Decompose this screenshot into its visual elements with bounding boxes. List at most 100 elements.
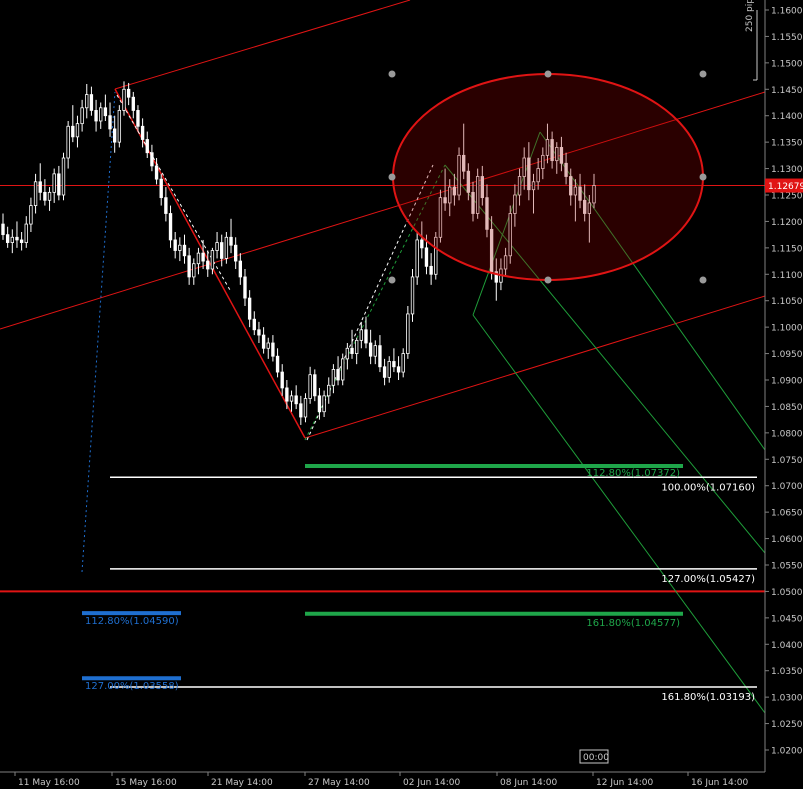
candle-body [94, 110, 98, 122]
price-tick-label: 1.16000 [771, 7, 803, 17]
price-tick-label: 1.02500 [771, 720, 803, 730]
time-tick-label: 02 Jun 14:00 [403, 778, 460, 788]
price-tick-label: 1.09000 [771, 377, 803, 387]
ellipse-highlight [392, 73, 704, 281]
candle-body [164, 197, 168, 214]
candle-body [243, 276, 247, 299]
candle-body [131, 96, 135, 111]
price-tick-label: 1.15500 [771, 33, 803, 43]
time-tick-label: 16 Jun 14:00 [691, 778, 748, 788]
candle-body [173, 239, 177, 251]
candle-body [429, 265, 433, 275]
candle-body [299, 403, 303, 418]
candle-body [15, 236, 19, 241]
price-tick-label: 1.06500 [771, 509, 803, 519]
candle-body [24, 223, 28, 243]
price-tick-label: 1.03500 [771, 667, 803, 677]
candle-body [85, 94, 89, 109]
candle-body [89, 94, 94, 111]
candle-body [354, 339, 359, 354]
candle-body [345, 347, 350, 360]
candle-body [322, 395, 326, 413]
candle-body [410, 276, 415, 315]
candle-body [378, 345, 382, 368]
candle-body [406, 313, 410, 354]
candle-body [126, 88, 131, 98]
candle-body [266, 342, 270, 349]
time-tick-label: 27 May 14:00 [308, 778, 370, 788]
candle-body [1, 223, 5, 236]
fib-level-label: 161.80%(1.03193) [661, 692, 755, 703]
candle-body [47, 191, 52, 201]
price-tick-label: 1.13500 [771, 139, 803, 149]
candle-body [75, 123, 80, 138]
candle-body [206, 260, 210, 270]
price-tick-label: 1.05500 [771, 562, 803, 572]
price-tick-label: 1.11500 [771, 244, 803, 254]
fib-level-label: 100.00%(1.07160) [661, 482, 755, 493]
candle-body [57, 173, 61, 196]
candle-body [145, 139, 149, 154]
price-tick-label: 1.13000 [771, 165, 803, 175]
candle-body [271, 342, 275, 357]
fib-level-label: 161.80%(1.04577) [586, 618, 680, 629]
price-tick-label: 1.09500 [771, 350, 803, 360]
price-tick-label: 1.05000 [771, 588, 803, 598]
price-tick-label: 1.10000 [771, 324, 803, 334]
candle-body [382, 366, 387, 378]
candle-body [61, 157, 66, 196]
candle-body [368, 342, 373, 357]
candle-body [33, 181, 38, 206]
candle-body [178, 244, 182, 251]
candle-body [373, 345, 377, 357]
price-tick-label: 1.14500 [771, 86, 803, 96]
candle-body [220, 242, 224, 259]
price-tick-label: 1.02000 [771, 747, 803, 757]
candle-body [336, 369, 340, 381]
pip-scale-label: 250 pip [745, 0, 755, 32]
current-price-label: 1.12679 [768, 182, 803, 192]
price-chart[interactable]: 100.00%(1.07160) 127.00%(1.05427) 161.80%(… [0, 0, 803, 789]
price-tick-label: 1.04000 [771, 641, 803, 651]
candle-body [154, 165, 159, 180]
ellipse-anchor-point [388, 70, 396, 78]
ellipse-anchor-point [699, 276, 707, 284]
ellipse-anchor-point [699, 173, 707, 181]
candle-body [71, 125, 75, 138]
price-tick-label: 1.15000 [771, 59, 803, 69]
candle-body [182, 244, 187, 257]
candle-body [392, 361, 396, 368]
candle-body [233, 244, 238, 262]
candle-body [52, 173, 56, 193]
candle-body [215, 242, 219, 251]
fib-level-label: 127.00%(1.05427) [661, 574, 755, 585]
price-tick-label: 1.08500 [771, 403, 803, 413]
candle-body [420, 239, 424, 249]
candle-body [289, 395, 294, 402]
candle-body [401, 353, 405, 373]
price-tick-label: 1.04500 [771, 614, 803, 624]
candle-body [19, 239, 24, 243]
candle-body [150, 152, 154, 167]
candle-body [210, 250, 215, 270]
price-tick-label: 1.07000 [771, 482, 803, 492]
time-tick-label: 11 May 16:00 [18, 778, 80, 788]
candle-body [341, 358, 345, 381]
candle-body [140, 125, 145, 140]
candle-body [196, 252, 201, 265]
candle-body [294, 395, 298, 405]
time-tick-label: 08 Jun 14:00 [500, 778, 557, 788]
candle-body [396, 366, 401, 373]
candle-body [280, 371, 284, 389]
candle-body [275, 355, 280, 373]
price-tick-label: 1.08000 [771, 429, 803, 439]
candle-body [331, 369, 336, 386]
candle-body [303, 398, 308, 418]
time-tick-label: 12 Jun 14:00 [596, 778, 653, 788]
candle-body [247, 297, 252, 320]
candle-body [317, 395, 322, 413]
candle-body [224, 236, 229, 259]
candle-body [350, 347, 354, 354]
price-tick-label: 1.03000 [771, 694, 803, 704]
candle-body [38, 181, 42, 193]
